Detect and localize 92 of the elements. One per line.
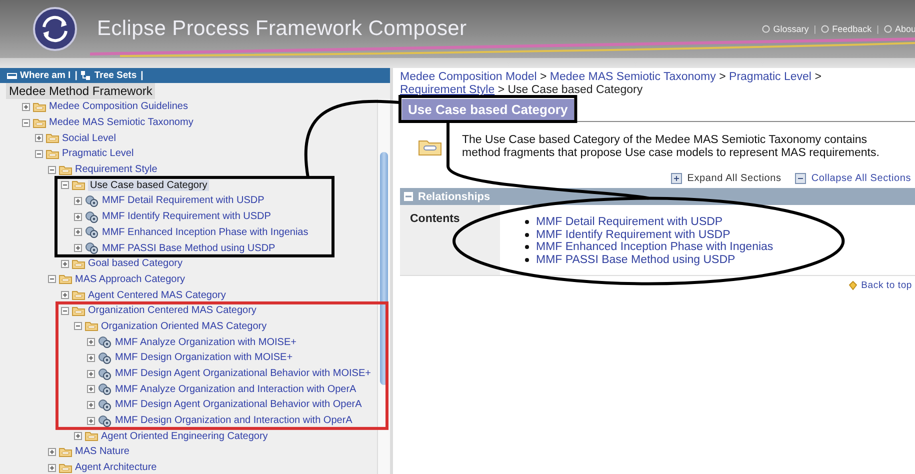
gears-icon [85,194,99,207]
breadcrumb-link[interactable]: Medee Composition Model [400,71,537,83]
tree-item[interactable]: Requirement Style [75,164,158,176]
separator: | [876,24,879,34]
expand-all-link[interactable]: Expand All Sections [687,173,782,184]
gears-icon [98,383,112,396]
scrollbar-thumb[interactable] [380,152,388,385]
gears-icon [85,210,99,223]
tree-item[interactable]: MMF Design Agent Organizational Behavior with MOISE+ [115,368,371,380]
back-to-top-link[interactable]: Back to top [861,280,912,291]
separator: > [498,84,505,96]
table-cell: Contents [400,205,500,275]
hierarchy-icon [81,70,92,80]
breadcrumb-current: Use Case based Category [508,84,643,96]
content-link[interactable]: MMF Detail Requirement with USDP [536,216,723,228]
tree-item[interactable]: MMF Design Agent Organizational Behavior with OperA [115,399,362,410]
tree-item[interactable]: Social Level [62,132,116,144]
bullet-icon [525,258,529,262]
separator: > [719,71,726,83]
tree-item[interactable]: MMF Detail Requirement with USDP [102,195,264,206]
folder-icon [46,133,59,144]
info-icon [821,25,830,33]
tree-item[interactable]: MMF Design Organization and Interaction with OperA [115,415,352,426]
page-title: Use Case based Category [402,98,574,120]
tree-item[interactable]: Medee Composition Guidelines [49,101,188,112]
breadcrumb-link[interactable]: Pragmatic Level [729,71,812,83]
content-link[interactable]: MMF PASSI Base Method using USDP [536,254,736,266]
folder-icon [72,258,85,269]
collapse-all-link[interactable]: Collapse All Sections [811,173,911,184]
separator: > [540,71,547,83]
folder-icon [85,321,98,332]
folder-icon [72,306,85,316]
gears-icon [98,336,112,348]
separator: | [814,24,816,34]
folder-icon [59,164,72,175]
info-icon [762,25,770,33]
folder-icon [59,274,72,284]
tree-item[interactable]: Medee MAS Semiotic Taxonomy [49,117,194,128]
breadcrumb-link[interactable]: Requirement Style [400,84,495,96]
tree-item[interactable]: Pragmatic Level [62,148,134,160]
folder-icon [33,102,46,112]
tree-item[interactable]: MMF Analyze Organization and Interaction with OperA [115,384,356,395]
section-title: Relationships [418,190,490,202]
content-link[interactable]: MMF Enhanced Inception Phase with Ingenias [536,241,774,254]
panel-icon [7,70,17,80]
folder-icon [59,446,72,457]
tree-item[interactable]: MMF Identify Requirement with USDP [102,211,271,222]
tree-item[interactable]: Goal based Category [88,258,183,270]
info-icon [884,25,892,33]
tree-item[interactable]: MAS Nature [75,446,130,458]
gears-icon [98,398,112,411]
folder-icon [85,431,98,442]
bullet-icon [525,220,529,224]
tree-item[interactable]: Agent Centered MAS Category [88,290,226,301]
tree-item[interactable]: Organization Oriented MAS Category [101,320,267,332]
tree-item[interactable]: Organization Centered MAS Category [88,305,256,316]
app-title: Eclipse Process Framework Composer [97,17,467,41]
gears-icon [98,414,112,427]
description: The Use Case based Category of the Medee MAS Semiotic Taxonomy contains method fragments that propose Use case models to represent MAS requirements. [462,134,880,160]
folder-icon [33,118,46,128]
bullet-icon [525,232,529,237]
folder-icon [46,148,59,159]
logo-icon [33,7,77,51]
diamond-icon [849,281,858,290]
tree-item[interactable]: MMF PASSI Base Method using USDP [102,242,276,254]
folder-icon [59,462,72,473]
gears-icon [85,226,99,238]
tree-item[interactable]: MMF Analyze Organization with MOISE+ [115,336,296,348]
expand-icon [671,173,682,184]
tree-item[interactable]: Agent Oriented Engineering Category [101,430,268,442]
bullet-icon [525,245,529,250]
folder-icon [72,180,85,190]
breadcrumb-link[interactable]: Medee MAS Semiotic Taxonomy [550,71,716,83]
tree-item[interactable]: MMF Enhanced Inception Phase with Ingenias [102,226,308,238]
folder-icon [418,138,442,156]
tree-item[interactable]: MAS Approach Category [75,274,186,285]
separator: | [74,70,78,81]
content-link[interactable]: MMF Identify Requirement with USDP [536,228,730,241]
nav-link[interactable]: Tree Sets [94,70,137,81]
gears-icon [98,368,112,380]
tree-item[interactable]: MMF Design Organization with MOISE+ [115,352,293,364]
tree-item[interactable]: Agent Architecture [75,462,157,474]
scrollbar[interactable] [377,99,390,474]
nav-link[interactable]: Where am I [20,70,71,81]
collapse-icon [795,173,806,184]
tree-root: Medee Method Framework [6,83,156,99]
separator: > [814,71,822,83]
gears-icon [98,352,112,364]
folder-icon [72,290,85,300]
tree-item[interactable]: Use Case based Category [88,180,210,191]
gears-icon [85,242,99,254]
separator: | [140,70,144,81]
